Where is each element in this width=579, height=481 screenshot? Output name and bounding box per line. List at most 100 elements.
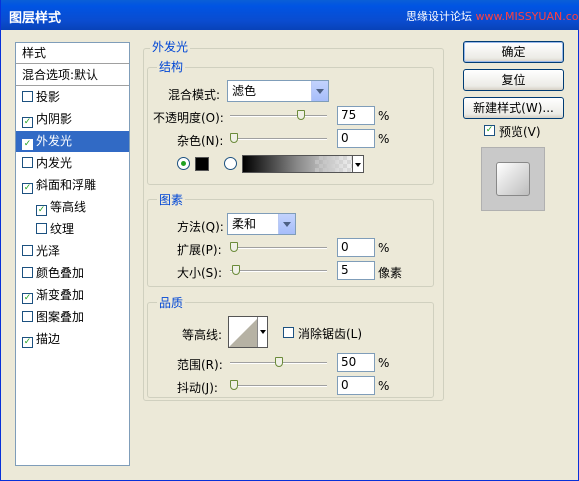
style-item-checkbox[interactable]	[22, 311, 33, 322]
elements-title: 图素	[157, 191, 186, 208]
title-bar[interactable]: 图层样式 思缘设计论坛 www.MISSYUAN.com	[1, 0, 579, 30]
size-slider[interactable]	[230, 265, 327, 275]
jitter-percent: %	[378, 379, 390, 393]
spread-percent: %	[378, 241, 390, 255]
style-item[interactable]: 内发光	[16, 153, 129, 174]
style-item[interactable]: 纹理	[16, 219, 129, 240]
range-input[interactable]: 50	[337, 353, 375, 372]
style-item-checkbox[interactable]: ✓	[22, 117, 33, 128]
spread-input[interactable]: 0	[337, 238, 375, 257]
noise-percent: %	[378, 132, 390, 146]
style-item[interactable]: ✓ 渐变叠加	[16, 285, 129, 306]
style-item-label: 内阴影	[36, 112, 73, 126]
style-item-checkbox[interactable]: ✓	[36, 205, 47, 216]
style-item-label: 图案叠加	[36, 310, 85, 324]
watermark-url: www.MISSYUAN.com	[475, 10, 579, 23]
style-item-label: 投影	[36, 90, 61, 104]
opacity-slider[interactable]	[230, 110, 327, 120]
jitter-label: 抖动(J):	[177, 381, 218, 395]
antialias-checkbox[interactable]	[283, 327, 294, 338]
style-item[interactable]: ✓ 描边	[16, 329, 129, 350]
size-label: 大小(S):	[177, 266, 223, 280]
gradient-picker[interactable]	[242, 155, 364, 173]
opacity-label: 不透明度(O):	[153, 111, 224, 125]
blend-mode-value: 滤色	[232, 84, 257, 98]
style-preview	[481, 147, 545, 211]
spread-slider-thumb[interactable]	[230, 242, 238, 252]
gradient-radio[interactable]	[224, 157, 237, 170]
chevron-down-icon[interactable]	[257, 317, 267, 347]
quality-title: 品质	[157, 294, 186, 311]
glow-color-swatch[interactable]	[195, 157, 209, 171]
style-item-label: 描边	[36, 332, 61, 346]
contour-curve-icon	[229, 317, 259, 347]
opacity-input[interactable]: 75	[337, 106, 375, 125]
noise-slider[interactable]	[230, 133, 327, 143]
style-item-label: 纹理	[50, 222, 75, 236]
noise-input[interactable]: 0	[337, 129, 375, 148]
jitter-slider[interactable]	[230, 380, 327, 390]
style-item-checkbox[interactable]: ✓	[22, 139, 33, 150]
ok-button[interactable]: 确定	[463, 41, 564, 63]
size-input[interactable]: 5	[337, 261, 375, 280]
method-select[interactable]: 柔和	[227, 213, 296, 235]
size-slider-thumb[interactable]	[232, 265, 240, 275]
antialias-label[interactable]: 消除锯齿(L)	[298, 325, 362, 342]
style-item-checkbox[interactable]: ✓	[22, 337, 33, 348]
style-item[interactable]: 图案叠加	[16, 307, 129, 328]
contour-picker[interactable]	[228, 316, 268, 348]
style-item-checkbox[interactable]: ✓	[22, 183, 33, 194]
preview-label[interactable]: 预览(V)	[499, 123, 541, 140]
style-item-label: 等高线	[50, 200, 87, 214]
styles-header[interactable]: 样式	[16, 43, 129, 64]
spread-slider[interactable]	[230, 242, 327, 252]
preview-checkbox[interactable]: ✓	[484, 125, 495, 136]
style-item[interactable]: 颜色叠加	[16, 263, 129, 284]
range-slider-thumb[interactable]	[275, 357, 283, 367]
style-item[interactable]: 光泽	[16, 241, 129, 262]
range-slider[interactable]	[230, 357, 327, 367]
style-item-checkbox[interactable]	[22, 91, 33, 102]
style-item-checkbox[interactable]	[22, 267, 33, 278]
style-item-label: 外发光	[36, 134, 73, 148]
style-item[interactable]: 投影	[16, 87, 129, 108]
style-item-checkbox[interactable]	[22, 157, 33, 168]
style-item-checkbox[interactable]	[22, 245, 33, 256]
blending-options-item[interactable]: 混合选项:默认	[16, 65, 129, 86]
styles-list: 样式 混合选项:默认 投影 ✓ 内阴影 ✓ 外发光 内发光 ✓ 斜面和浮雕 ✓ 等高线 纹理 光泽 颜色…	[15, 42, 130, 466]
style-item[interactable]: ✓ 外发光	[16, 131, 129, 152]
reset-button[interactable]: 复位	[463, 69, 564, 91]
jitter-input[interactable]: 0	[337, 376, 375, 395]
jitter-slider-thumb[interactable]	[230, 380, 238, 390]
range-label: 范围(R):	[177, 358, 223, 372]
method-value: 柔和	[232, 217, 257, 231]
style-item-checkbox[interactable]: ✓	[22, 293, 33, 304]
style-item[interactable]: ✓ 等高线	[16, 197, 129, 218]
opacity-slider-thumb[interactable]	[297, 110, 305, 120]
spread-label: 扩展(P):	[177, 243, 222, 257]
noise-label: 杂色(N):	[177, 134, 224, 148]
blend-mode-label: 混合模式:	[168, 88, 221, 102]
style-item-checkbox[interactable]	[36, 223, 47, 234]
blend-mode-select[interactable]: 滤色	[227, 80, 329, 102]
size-unit: 像素	[378, 266, 403, 280]
style-item-label: 渐变叠加	[36, 288, 85, 302]
chevron-down-icon	[278, 214, 295, 234]
structure-title: 结构	[157, 58, 186, 75]
style-item-label: 斜面和浮雕	[36, 178, 97, 192]
style-item-label: 光泽	[36, 244, 61, 258]
new-style-button[interactable]: 新建样式(W)...	[463, 97, 564, 119]
layer-style-dialog: 图层样式 思缘设计论坛 www.MISSYUAN.com 样式 混合选项:默认 …	[0, 0, 579, 481]
range-percent: %	[378, 356, 390, 370]
outer-glow-title: 外发光	[150, 38, 191, 55]
chevron-down-icon[interactable]	[352, 155, 364, 173]
opacity-percent: %	[378, 109, 390, 123]
style-item[interactable]: ✓ 斜面和浮雕	[16, 175, 129, 196]
watermark: 思缘设计论坛 www.MISSYUAN.com	[406, 8, 579, 24]
chevron-down-icon	[311, 81, 328, 101]
method-label: 方法(Q):	[177, 220, 224, 234]
contour-label: 等高线:	[182, 328, 223, 342]
solid-color-radio[interactable]	[177, 157, 190, 170]
noise-slider-thumb[interactable]	[230, 133, 238, 143]
style-item[interactable]: ✓ 内阴影	[16, 109, 129, 130]
